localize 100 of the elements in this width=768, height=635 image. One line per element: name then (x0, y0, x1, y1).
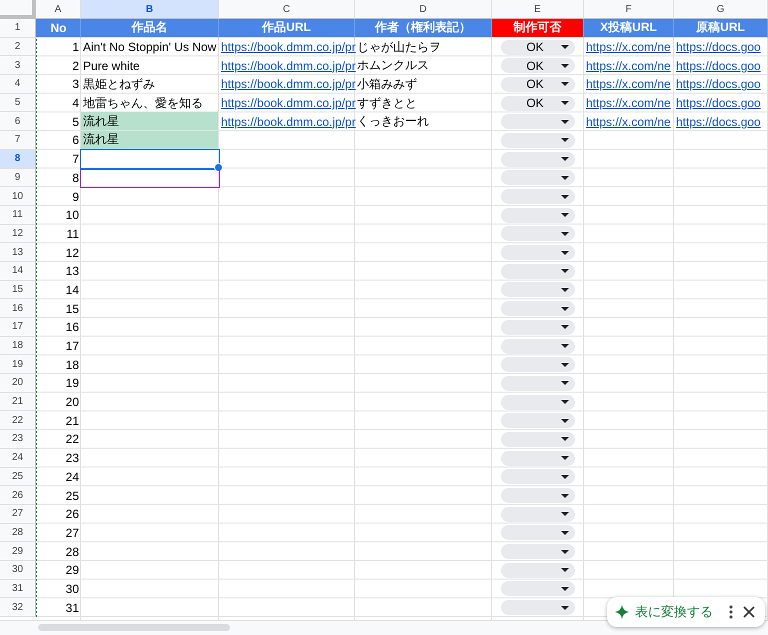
link[interactable]: https://docs.goo (676, 96, 761, 110)
dropdown-chip[interactable] (501, 189, 575, 204)
dropdown-chip[interactable] (501, 282, 575, 298)
link[interactable]: https://book.dmm.co.jp/pr (221, 114, 356, 129)
row-header[interactable]: 24 (0, 448, 36, 468)
row-header[interactable]: 23 (0, 430, 36, 449)
dropdown-chip[interactable]: OK (501, 96, 575, 111)
row-header[interactable]: 6 (0, 112, 36, 132)
column-heading: 作品URL (219, 19, 355, 38)
number-cell: 6 (72, 133, 79, 148)
link[interactable]: https://book.dmm.co.jp/pr (221, 58, 356, 73)
column-header[interactable]: B (81, 0, 219, 19)
link[interactable]: https://x.com/ne (586, 40, 671, 54)
dropdown-chip[interactable] (501, 581, 575, 596)
table-cell: くっきおーれ (357, 113, 429, 130)
dropdown-chip[interactable] (501, 132, 575, 148)
row-header[interactable]: 3 (0, 56, 36, 76)
dropdown-chip[interactable] (501, 376, 575, 391)
dropdown-chip[interactable]: OK (501, 76, 575, 92)
row-header[interactable]: 27 (0, 504, 36, 524)
row-header[interactable]: 25 (0, 468, 36, 486)
row-header[interactable]: 15 (0, 280, 36, 300)
dropdown-chip[interactable] (501, 506, 575, 522)
link[interactable]: https://docs.goo (676, 77, 761, 92)
dropdown-chip[interactable] (501, 450, 575, 466)
row-header[interactable]: 16 (0, 299, 36, 318)
row-header[interactable]: 9 (0, 168, 36, 188)
link[interactable]: https://docs.goo (676, 58, 761, 73)
dropdown-chip[interactable] (501, 469, 575, 484)
fill-handle[interactable] (214, 162, 223, 172)
row-header[interactable]: 14 (0, 262, 36, 281)
row-header[interactable]: 31 (0, 580, 36, 598)
row-header[interactable]: 30 (0, 560, 36, 580)
row-header[interactable]: 12 (0, 224, 36, 244)
link[interactable]: https://book.dmm.co.jp/pr (221, 77, 356, 92)
close-icon[interactable] (743, 606, 755, 618)
link[interactable]: https://x.com/ne (586, 96, 671, 110)
link[interactable]: https://docs.goo (676, 114, 761, 129)
row-header[interactable]: 1 (0, 19, 36, 38)
row-header[interactable]: 19 (0, 355, 36, 374)
dropdown-chip[interactable] (501, 226, 575, 242)
column-header[interactable]: G (674, 0, 768, 19)
row-header[interactable]: 28 (0, 524, 36, 542)
dropdown-chip[interactable] (501, 600, 575, 616)
dropdown-chip[interactable] (501, 152, 575, 167)
row-header[interactable]: 8 (0, 150, 36, 168)
convert-to-table-button[interactable]: 表に変換する (635, 603, 713, 621)
link[interactable]: https://x.com/ne (586, 114, 671, 129)
row-header[interactable]: 21 (0, 392, 36, 412)
caret-icon (561, 157, 569, 162)
link[interactable]: https://docs.goo (676, 40, 761, 54)
scrollbar[interactable] (38, 624, 230, 631)
caret-icon (561, 45, 569, 50)
row-header[interactable]: 5 (0, 94, 36, 112)
dropdown-chip[interactable] (501, 562, 575, 578)
dropdown-chip[interactable] (501, 525, 575, 540)
row-header[interactable]: 18 (0, 336, 36, 356)
row-header[interactable]: 11 (0, 206, 36, 225)
row-header[interactable]: 17 (0, 318, 36, 337)
row-header[interactable]: 7 (0, 131, 36, 150)
more-icon[interactable] (729, 605, 733, 619)
column-header[interactable]: C (219, 0, 355, 19)
dropdown-chip[interactable] (501, 114, 575, 130)
dropdown-chip[interactable] (501, 488, 575, 504)
link[interactable]: https://book.dmm.co.jp/pr (221, 96, 356, 110)
select-all-corner[interactable] (0, 0, 36, 19)
column-header[interactable]: E (492, 0, 584, 19)
dropdown-chip[interactable] (501, 245, 575, 260)
row-header[interactable]: 2 (0, 38, 36, 56)
dropdown-chip[interactable] (501, 170, 575, 186)
row-header[interactable]: 4 (0, 75, 36, 94)
link[interactable]: https://x.com/ne (586, 58, 671, 73)
column-header[interactable]: A (36, 0, 81, 19)
dropdown-chip[interactable] (501, 208, 575, 223)
row-header[interactable]: 22 (0, 411, 36, 430)
number-cell: 17 (66, 339, 79, 354)
dropdown-chip[interactable] (501, 544, 575, 560)
row-header[interactable]: 32 (0, 598, 36, 617)
selected-cell[interactable] (80, 148, 220, 170)
dropdown-chip[interactable]: OK (501, 58, 575, 74)
link[interactable]: https://x.com/ne (586, 77, 671, 92)
column-heading: 作者（権利表記） (355, 19, 492, 38)
row-header[interactable]: 29 (0, 542, 36, 561)
dropdown-chip[interactable] (501, 357, 575, 372)
number-cell: 22 (66, 432, 79, 446)
row-header[interactable]: 13 (0, 243, 36, 262)
dropdown-chip[interactable] (501, 338, 575, 354)
column-header[interactable]: F (584, 0, 674, 19)
row-header[interactable]: 20 (0, 374, 36, 393)
dropdown-chip[interactable] (501, 413, 575, 428)
row-header[interactable]: 10 (0, 187, 36, 206)
dropdown-chip[interactable] (501, 264, 575, 279)
dropdown-chip[interactable] (501, 320, 575, 335)
dropdown-chip[interactable] (501, 301, 575, 316)
row-header[interactable]: 26 (0, 486, 36, 505)
dropdown-chip[interactable]: OK (501, 40, 575, 55)
dropdown-chip[interactable] (501, 394, 575, 410)
link[interactable]: https://book.dmm.co.jp/pr (221, 40, 356, 54)
dropdown-chip[interactable] (501, 432, 575, 447)
column-header[interactable]: D (355, 0, 492, 19)
